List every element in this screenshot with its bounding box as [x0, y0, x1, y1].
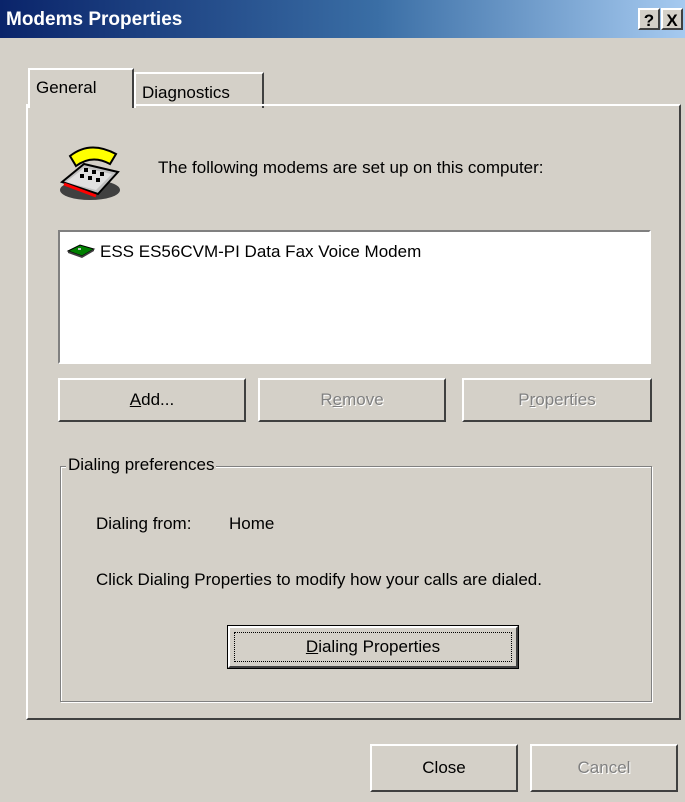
modem-list[interactable]: ESS ES56CVM-PI Data Fax Voice Modem — [58, 230, 651, 364]
properties-label-pre: P — [518, 390, 530, 409]
add-button[interactable]: Add... — [58, 378, 246, 422]
title-bar: Modems Properties ? X — [0, 0, 685, 38]
add-accel-key: A — [129, 390, 142, 409]
window-title: Modems Properties — [6, 9, 183, 30]
modem-name: ESS ES56CVM-PI Data Fax Voice Modem — [100, 242, 422, 261]
remove-label-post: move — [342, 390, 384, 409]
remove-button[interactable]: Remove — [258, 378, 446, 422]
tab-diagnostics[interactable]: Diagnostics — [134, 72, 264, 108]
close-button[interactable]: Close — [370, 744, 518, 792]
dialing-preferences-label: Dialing preferences — [66, 455, 217, 475]
tab-general-label: General — [36, 78, 97, 97]
modems-heading: The following modems are set up on this … — [158, 158, 544, 177]
tab-general[interactable]: General — [28, 68, 134, 108]
cancel-button[interactable]: Cancel — [530, 744, 678, 792]
close-window-button[interactable]: X — [661, 8, 683, 30]
tab-diagnostics-label: Diagnostics — [142, 83, 230, 102]
dialing-from-value: Home — [229, 514, 275, 533]
dialing-properties-button[interactable]: Dialing Properties — [227, 625, 519, 669]
dialing-info-text: Click Dialing Properties to modify how y… — [96, 570, 542, 589]
add-label-post: dd... — [141, 390, 175, 409]
remove-label-pre: R — [320, 390, 333, 409]
modem-device-icon — [66, 242, 96, 263]
telephone-modem-icon — [54, 138, 130, 209]
remove-accel-key: e — [332, 390, 343, 409]
properties-label-post: operties — [535, 390, 596, 409]
list-item[interactable]: ESS ES56CVM-PI Data Fax Voice Modem — [66, 242, 421, 263]
dialing-from-label: Dialing from: — [96, 514, 192, 533]
help-button[interactable]: ? — [638, 8, 660, 30]
properties-button[interactable]: Properties — [462, 378, 652, 422]
focus-rectangle — [234, 632, 512, 662]
